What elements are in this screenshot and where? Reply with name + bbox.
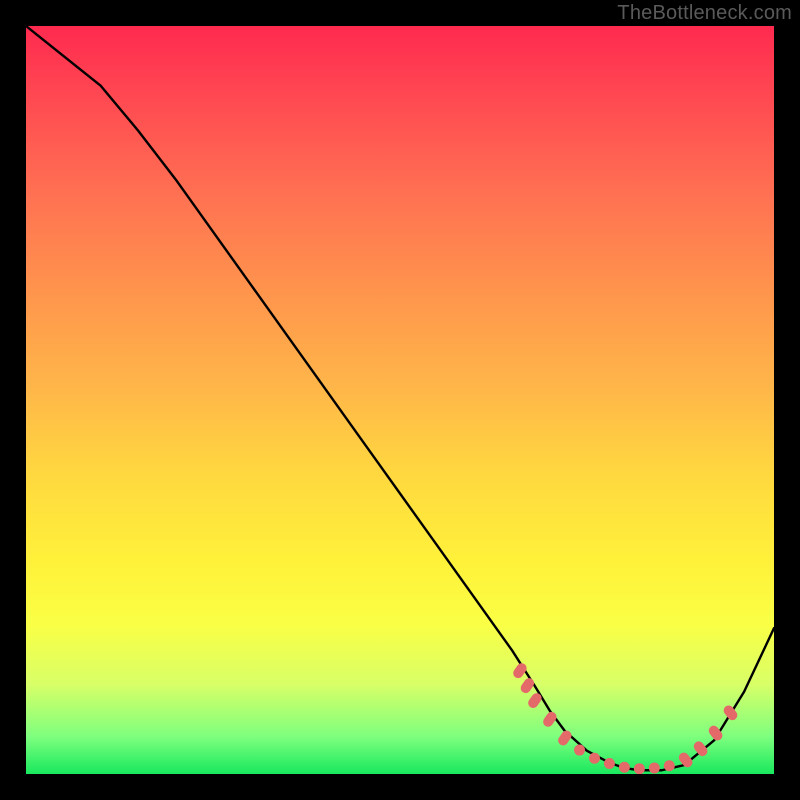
data-marker	[722, 703, 740, 722]
data-marker	[604, 758, 615, 769]
chart-frame: TheBottleneck.com	[0, 0, 800, 800]
data-marker	[619, 762, 630, 773]
data-marker	[634, 763, 645, 774]
plot-area	[26, 26, 774, 774]
data-marker	[664, 760, 675, 771]
chart-svg	[26, 26, 774, 774]
data-marker	[649, 763, 660, 774]
watermark-text: TheBottleneck.com	[617, 2, 792, 25]
data-marker	[574, 745, 585, 756]
data-marker	[556, 729, 573, 748]
bottleneck-curve	[26, 26, 774, 770]
data-marker	[589, 753, 600, 764]
markers-group	[511, 661, 739, 774]
